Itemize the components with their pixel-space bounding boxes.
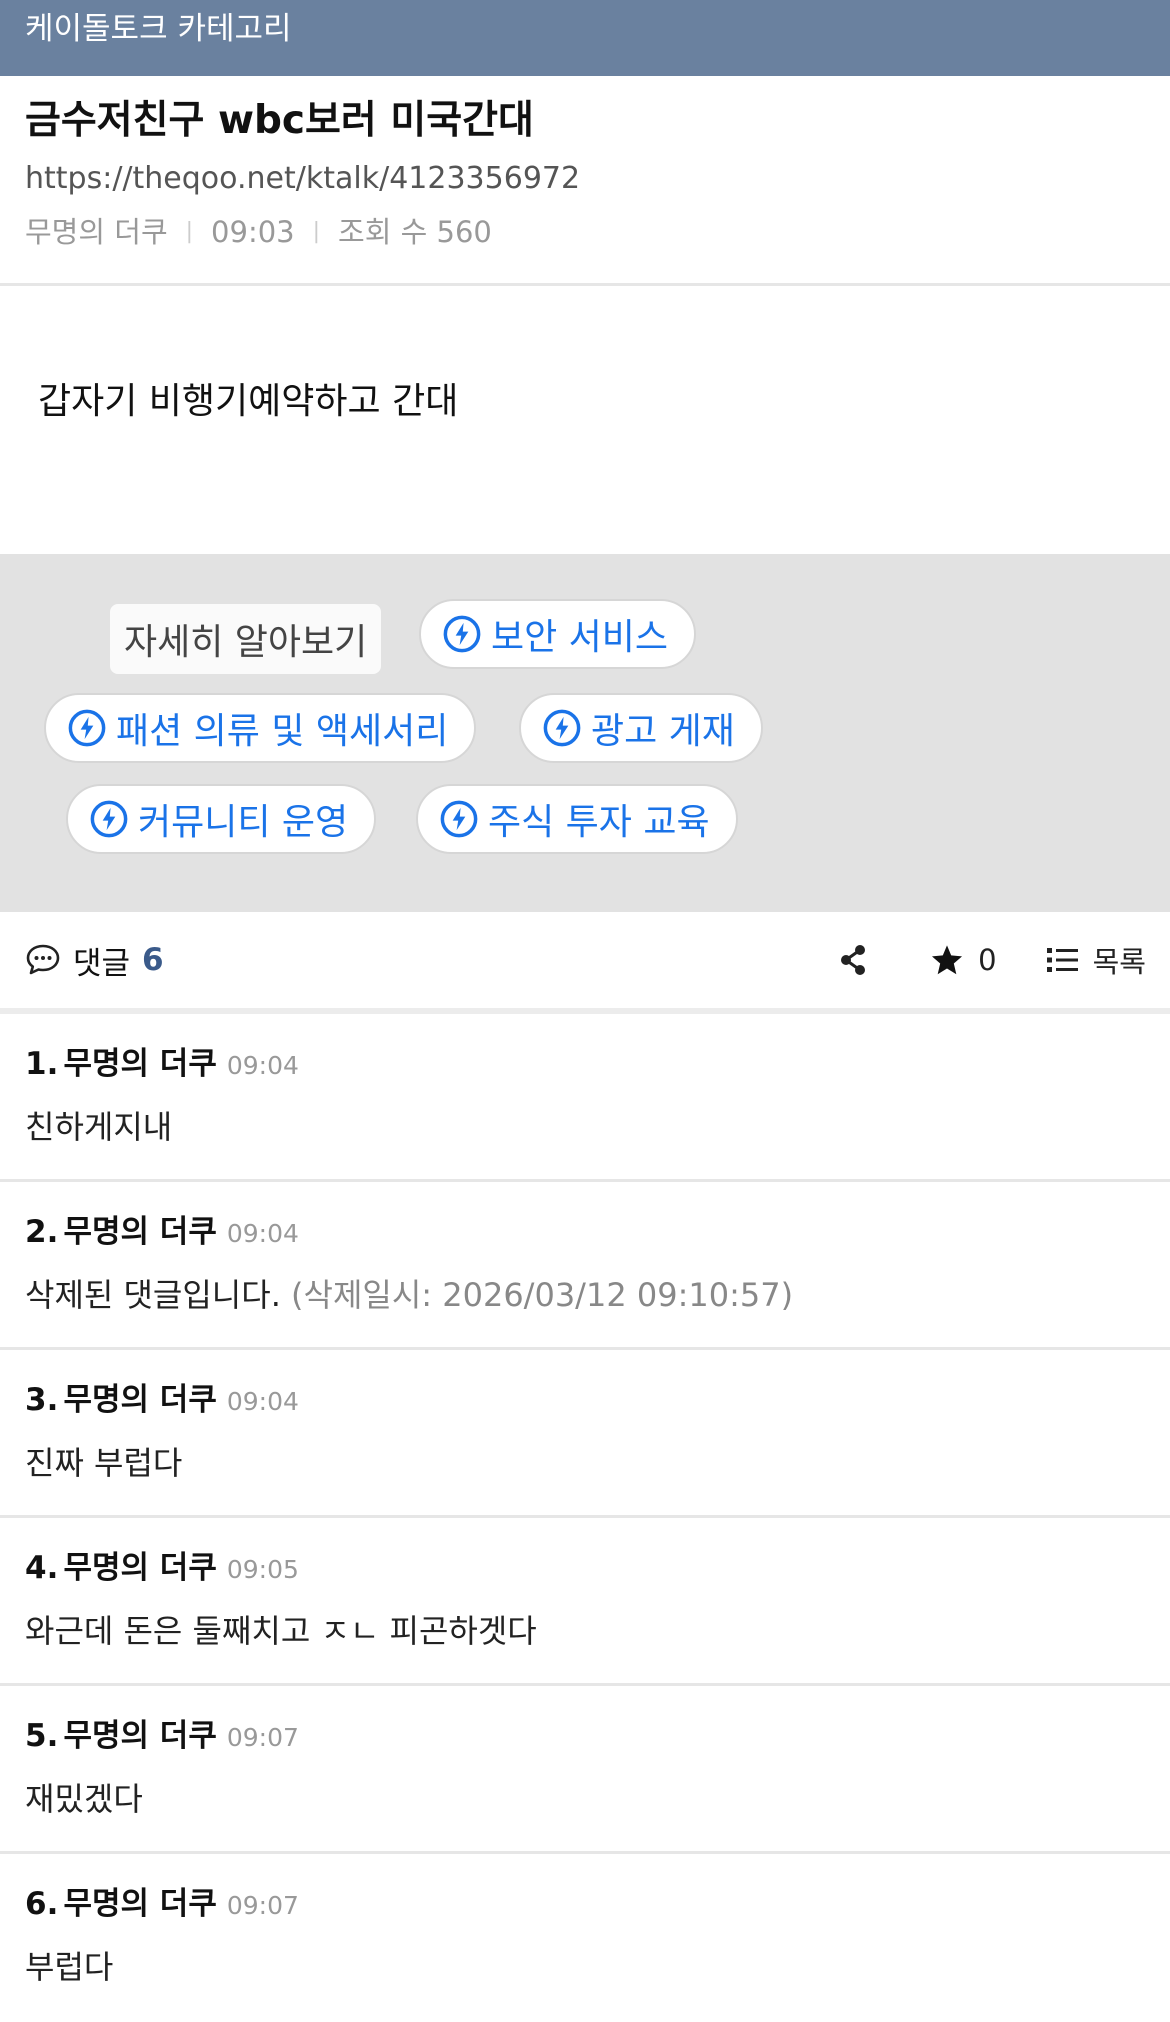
comment-index: 1. xyxy=(25,1046,59,1082)
ad-chip-label: 보안 서비스 xyxy=(491,617,669,658)
post-views: 조회 수 560 xyxy=(338,215,492,249)
comment-author: 무명의 더쿠 xyxy=(63,1214,217,1250)
category-bar[interactable]: 케이돌토크 카테고리 xyxy=(0,0,1170,76)
comment-time: 09:04 xyxy=(226,1219,299,1248)
list-label: 목록 xyxy=(1092,945,1146,979)
list-button[interactable]: 목록 xyxy=(1046,939,1146,981)
comment-item: 3. 무명의 더쿠 09:04 진짜 부럽다 xyxy=(0,1350,1170,1518)
comment-index: 6. xyxy=(25,1886,59,1922)
ad-box: 자세히 알아보기 보안 서비스 패션 의류 및 액세서리 광고 게재 커뮤니티 … xyxy=(0,554,1170,912)
ad-chip-label: 패션 의류 및 액세서리 xyxy=(116,711,449,752)
comment-author: 무명의 더쿠 xyxy=(63,1382,217,1418)
comment-item: 5. 무명의 더쿠 09:07 재밌겠다 xyxy=(0,1686,1170,1854)
bolt-icon xyxy=(90,800,128,838)
post-meta: 무명의 더쿠 | 09:03 | 조회 수 560 xyxy=(25,212,1145,252)
comment-author: 무명의 더쿠 xyxy=(63,1550,217,1586)
comment-text: 삭제된 댓글입니다. (삭제일시: 2026/03/12 09:10:57) xyxy=(25,1273,1145,1317)
deleted-comment-text: 삭제된 댓글입니다. xyxy=(25,1276,281,1314)
ad-learn-more[interactable]: 자세히 알아보기 xyxy=(110,604,382,674)
comment-author: 무명의 더쿠 xyxy=(63,1718,217,1754)
ad-chip-label: 커뮤니티 운영 xyxy=(138,802,349,843)
comment-time: 09:07 xyxy=(226,1891,299,1920)
ad-chip[interactable]: 보안 서비스 xyxy=(419,599,697,669)
post-time: 09:03 xyxy=(211,215,295,249)
post-header: 금수저친구 wbc보러 미국간대 https://theqoo.net/ktal… xyxy=(0,76,1170,286)
share-icon xyxy=(841,945,866,975)
comments-label: 댓글 xyxy=(73,945,131,982)
comment-index: 4. xyxy=(25,1550,59,1586)
comment-text: 친하게지내 xyxy=(25,1108,173,1146)
ad-chip[interactable]: 광고 게재 xyxy=(519,693,763,763)
ad-chip-label: 주식 투자 교육 xyxy=(488,802,710,843)
post-body: 갑자기 비행기예약하고 간대 xyxy=(0,286,1170,554)
post-toolbar: 댓글 6 0 목록 xyxy=(0,912,1170,1014)
comment-index: 2. xyxy=(25,1214,59,1250)
category-title[interactable]: 케이돌토크 카테고리 xyxy=(25,11,292,47)
comment-list: 1. 무명의 더쿠 09:04 친하게지내 2. 무명의 더쿠 09:04 삭제… xyxy=(0,1014,1170,2022)
star-button[interactable]: 0 xyxy=(930,943,997,977)
deleted-timestamp: (삭제일시: 2026/03/12 09:10:57) xyxy=(291,1276,794,1314)
comment-item: 6. 무명의 더쿠 09:07 부럽다 xyxy=(0,1854,1170,2022)
comment-time: 09:04 xyxy=(226,1387,299,1416)
comment-text: 와근데 돈은 둘째치고 ㅈㄴ 피곤하겟다 xyxy=(25,1612,537,1650)
comment-time: 09:05 xyxy=(226,1555,299,1584)
toolbar-actions: 0 목록 xyxy=(838,912,1146,1008)
meta-divider: | xyxy=(312,219,321,244)
ad-chip-label: 광고 게재 xyxy=(591,711,735,752)
comment-author: 무명의 더쿠 xyxy=(63,1046,217,1082)
comment-text: 부럽다 xyxy=(25,1948,114,1986)
ad-chip[interactable]: 커뮤니티 운영 xyxy=(66,784,377,854)
comment-item: 2. 무명의 더쿠 09:04 삭제된 댓글입니다. (삭제일시: 2026/0… xyxy=(0,1182,1170,1350)
comment-item: 1. 무명의 더쿠 09:04 친하게지내 xyxy=(0,1014,1170,1182)
post-url[interactable]: https://theqoo.net/ktalk/4123356972 xyxy=(25,160,1145,198)
comment-index: 5. xyxy=(25,1718,59,1754)
comment-time: 09:07 xyxy=(226,1723,299,1752)
share-button[interactable] xyxy=(838,944,868,976)
comments-toggle[interactable]: 댓글 6 xyxy=(25,938,164,983)
comment-item: 4. 무명의 더쿠 09:05 와근데 돈은 둘째치고 ㅈㄴ 피곤하겟다 xyxy=(0,1518,1170,1686)
ad-chip[interactable]: 주식 투자 교육 xyxy=(416,784,738,854)
comment-index: 3. xyxy=(25,1382,59,1418)
post-content: 갑자기 비행기예약하고 간대 xyxy=(38,381,459,422)
bolt-icon xyxy=(443,615,481,653)
comment-bubble-icon xyxy=(26,944,60,975)
list-icon xyxy=(1046,948,1078,972)
ad-chip[interactable]: 패션 의류 및 액세서리 xyxy=(44,693,477,763)
bolt-icon xyxy=(543,709,581,747)
post-title: 금수저친구 wbc보러 미국간대 xyxy=(25,98,534,143)
comment-text: 재밌겠다 xyxy=(25,1780,143,1818)
star-count: 0 xyxy=(978,943,997,977)
bolt-icon xyxy=(440,800,478,838)
post-author: 무명의 더쿠 xyxy=(25,215,168,249)
comment-text: 진짜 부럽다 xyxy=(25,1444,183,1482)
comment-author: 무명의 더쿠 xyxy=(63,1886,217,1922)
star-icon xyxy=(932,945,963,975)
comment-time: 09:04 xyxy=(226,1051,299,1080)
meta-divider: | xyxy=(185,219,194,244)
comments-count: 6 xyxy=(142,942,164,978)
bolt-icon xyxy=(68,709,106,747)
